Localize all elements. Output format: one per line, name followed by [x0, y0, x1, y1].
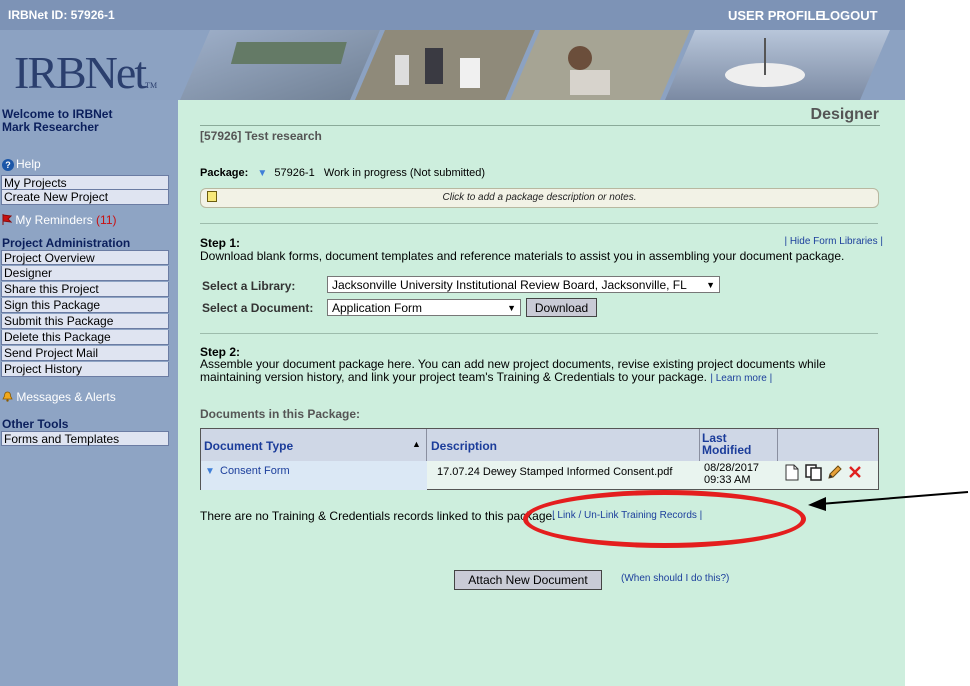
sidebar-item-send-project-mail[interactable]: Send Project Mail [1, 346, 169, 361]
page-margin [905, 0, 970, 686]
user-name: Mark Researcher [2, 120, 99, 134]
column-header-last-modified[interactable]: Last Modified [700, 429, 778, 461]
last-modified-date: 08/28/2017 [704, 462, 760, 474]
package-row: Package: ▼ 57926-1 Work in progress (Not… [200, 167, 485, 179]
sidebar-item-sign-package[interactable]: Sign this Package [1, 298, 169, 313]
select-library-label: Select a Library: [202, 279, 296, 293]
package-label: Package: [200, 167, 249, 179]
library-select[interactable]: Jacksonville University Institutional Re… [327, 276, 720, 293]
annotation-arrow-icon [808, 491, 969, 511]
my-reminders-label: My Reminders [15, 213, 93, 227]
messages-alerts-label: Messages & Alerts [16, 390, 116, 404]
sidebar-item-my-projects[interactable]: My Projects [1, 175, 169, 190]
section-divider [200, 333, 878, 334]
no-training-records-text: There are no Training & Credentials reco… [200, 509, 556, 523]
welcome-message: Welcome to IRBNet Mark Researcher [2, 108, 112, 134]
sidebar-item-submit-package[interactable]: Submit this Package [1, 314, 169, 329]
sidebar-item-forms-and-templates[interactable]: Forms and Templates [1, 431, 169, 446]
documents-table: Document Type ▲ Description Last Modifie… [200, 428, 879, 490]
project-title: [57926] Test research [200, 129, 322, 143]
package-id[interactable]: 57926-1 [274, 167, 314, 179]
my-reminders-link[interactable]: My Reminders (11) [2, 213, 117, 227]
document-select[interactable]: Application Form ▼ [327, 299, 521, 316]
library-select-value: Jacksonville University Institutional Re… [332, 278, 687, 292]
table-row[interactable]: ▼ Consent Form [201, 461, 427, 490]
column-header-label: Description [431, 439, 498, 453]
document-icon[interactable] [785, 464, 799, 481]
documents-heading: Documents in this Package: [200, 407, 361, 421]
chevron-down-icon: ▼ [706, 280, 715, 290]
top-bar: IRBNet ID: 57926-1 USER PROFILE LOGOUT [0, 0, 905, 30]
package-dropdown-icon[interactable]: ▼ [257, 168, 267, 179]
sidebar-item-designer[interactable]: Designer [1, 266, 169, 281]
document-type-cell[interactable]: Consent Form [220, 465, 290, 477]
other-tools-heading: Other Tools [2, 417, 69, 431]
header-banner: IRBNetTM [0, 30, 905, 100]
section-divider [200, 223, 878, 224]
page-title: Designer [810, 106, 879, 123]
package-status: Work in progress (Not submitted) [323, 167, 486, 179]
description-text: 17.07.24 Dewey Stamped Informed Consent.… [437, 466, 673, 478]
annotation-circle [523, 490, 806, 548]
hide-form-libraries-link[interactable]: | Hide Form Libraries | [784, 236, 883, 247]
messages-alerts-link[interactable]: Messages & Alerts [2, 390, 116, 404]
step2-description: Assemble your document package here. You… [200, 358, 890, 385]
reminders-count: (11) [96, 213, 117, 227]
user-profile-link[interactable]: USER PROFILE [728, 8, 824, 23]
logout-link[interactable]: LOGOUT [822, 8, 878, 23]
reminder-flag-icon [2, 214, 13, 225]
help-icon: ? [2, 159, 14, 171]
column-header-label: Last Modified [702, 431, 752, 457]
sidebar-item-create-new-project[interactable]: Create New Project [1, 190, 169, 205]
row-dropdown-icon[interactable]: ▼ [205, 466, 215, 477]
alert-bell-icon [2, 391, 13, 402]
logo-text: IRBNet [14, 47, 147, 98]
sidebar-item-project-overview[interactable]: Project Overview [1, 250, 169, 265]
description-cell: 17.07.24 Dewey Stamped Informed Consent.… [427, 461, 700, 490]
step1-description: Download blank forms, document templates… [200, 249, 845, 263]
column-header-document-type[interactable]: Document Type ▲ [201, 429, 427, 461]
sidebar-item-project-history[interactable]: Project History [1, 362, 169, 377]
package-notes-placeholder: Click to add a package description or no… [442, 192, 637, 203]
sidebar: Welcome to IRBNet Mark Researcher ? Help … [0, 100, 178, 686]
sidebar-item-delete-package[interactable]: Delete this Package [1, 330, 169, 345]
title-divider [200, 125, 880, 126]
irbnet-logo: IRBNetTM [14, 46, 157, 99]
sidebar-item-share-project[interactable]: Share this Project [1, 282, 169, 297]
irbnet-id: IRBNet ID: 57926-1 [8, 8, 115, 22]
document-select-value: Application Form [332, 301, 423, 315]
step1-title: Step 1: [200, 236, 241, 250]
select-document-label: Select a Document: [202, 301, 314, 315]
project-administration-heading: Project Administration [2, 236, 131, 250]
banner-photo-collage [180, 30, 890, 100]
package-notes-bar[interactable]: Click to add a package description or no… [200, 188, 879, 208]
last-modified-time: 09:33 AM [704, 474, 751, 486]
help-link[interactable]: ? Help [2, 157, 41, 171]
last-modified-cell: 08/28/2017 09:33 AM [700, 461, 778, 490]
column-header-description[interactable]: Description [427, 429, 700, 461]
chevron-down-icon: ▼ [507, 303, 516, 313]
main-content: Designer [57926] Test research Package: … [178, 100, 905, 686]
sort-asc-icon: ▲ [412, 439, 421, 449]
logo-trademark: TM [145, 81, 158, 90]
column-header-actions [778, 429, 878, 461]
learn-more-link[interactable]: | Learn more | [710, 373, 772, 384]
attach-new-document-button[interactable]: Attach New Document [454, 570, 602, 590]
help-label: Help [16, 157, 41, 171]
column-header-label: Document Type [204, 439, 294, 453]
when-should-i-do-this-link[interactable]: (When should I do this?) [621, 573, 729, 584]
download-button[interactable]: Download [526, 298, 597, 317]
